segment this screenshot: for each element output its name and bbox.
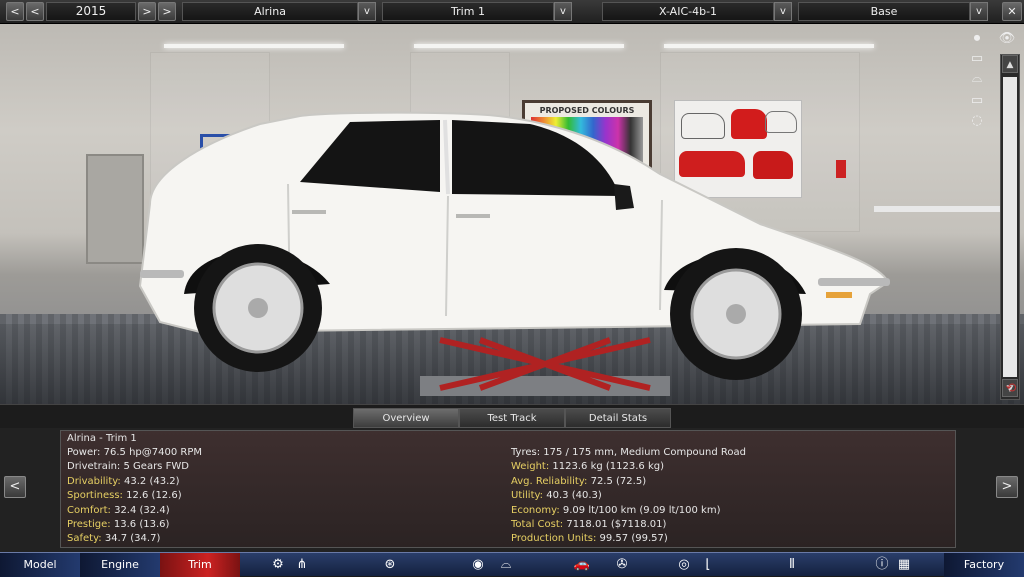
stat-safety: Safety: 34.7 (34.7) (67, 533, 161, 544)
year-next-button[interactable]: > (138, 2, 156, 21)
trim-select[interactable]: Trim 1 (382, 2, 554, 21)
scroll-up-button[interactable]: ▲ (1002, 55, 1018, 73)
stat-production-units: Production Units: 99.57 (99.57) (511, 533, 668, 544)
model-dropdown-button[interactable]: v (358, 2, 376, 21)
tab-overview[interactable]: Overview (353, 408, 459, 428)
stat-prestige: Prestige: 13.6 (13.6) (67, 519, 170, 530)
engine-dropdown-button[interactable]: v (774, 2, 792, 21)
stat-sportiness: Sportiness: 12.6 (12.6) (67, 490, 182, 501)
stats-title: Alrina - Trim 1 (67, 433, 137, 444)
variant-dropdown-button[interactable]: v (970, 2, 988, 21)
camera-record-icon[interactable]: ⏺ (964, 30, 990, 48)
bottom-nav: Model Engine Trim ⚙ ⋔ ⊛ ◉ ⌓ 🚗 ✇ ◎ ⌊ ⦀ ⓘ … (0, 552, 1024, 577)
exhaust-icon[interactable]: ⦀ (780, 553, 804, 577)
stats-next-button[interactable]: > (996, 476, 1018, 498)
stat-economy: Economy: 9.09 lt/100 km (9.09 lt/100 km) (511, 505, 721, 516)
fan-icon[interactable]: ✇ (610, 553, 634, 577)
close-button[interactable]: ✕ (1002, 2, 1022, 21)
tab-detail-stats[interactable]: Detail Stats (565, 408, 671, 428)
body-icon[interactable]: 🚗 (554, 553, 610, 577)
gear-shift-icon[interactable]: ⋔ (290, 553, 314, 577)
steering-wheel-icon[interactable]: ◎ (672, 553, 696, 577)
stat-utility: Utility: 40.3 (40.3) (511, 490, 602, 501)
stat-power: Power: 76.5 hp@7400 RPM (67, 447, 202, 458)
variant-select[interactable]: Base (798, 2, 970, 21)
info-icon[interactable]: ⓘ (872, 553, 892, 577)
car-front-icon[interactable]: ▭ (964, 50, 990, 68)
stat-drivetrain: Drivetrain: 5 Gears FWD (67, 461, 189, 472)
trim-dropdown-button[interactable]: v (554, 2, 572, 21)
top-bar: < < 2015 > > Alrina v Trim 1 v X-AIC-4b-… (0, 0, 1024, 24)
garage-viewport[interactable]: PROPOSED COLOURS ⏺ 👁 ▭ ⌓ ▭ ◌ ▲ ▼ ⟲ (0, 24, 1024, 404)
year-prev-button[interactable]: < (6, 2, 24, 21)
stat-total-cost: Total Cost: 7118.01 ($7118.01) (511, 519, 667, 530)
year-prev2-button[interactable]: < (26, 2, 44, 21)
chassis-icon[interactable]: ⌓ (488, 553, 524, 577)
stats-prev-button[interactable]: < (4, 476, 26, 498)
year-field: 2015 (46, 2, 136, 21)
stat-reliability: Avg. Reliability: 72.5 (72.5) (511, 476, 647, 487)
model-select[interactable]: Alrina (182, 2, 358, 21)
scroll-thumb[interactable] (1003, 77, 1017, 377)
stats-panel: Alrina - Trim 1 Power: 76.5 hp@7400 RPM … (60, 430, 956, 548)
car-top-icon[interactable]: ◌ (964, 112, 990, 130)
car-model[interactable] (0, 24, 1024, 404)
nav-factory[interactable]: Factory (944, 553, 1024, 577)
year-next2-button[interactable]: > (158, 2, 176, 21)
seat-icon[interactable]: ⌊ (696, 553, 720, 577)
nav-engine[interactable]: Engine (80, 553, 160, 577)
checkered-flag-icon[interactable]: ▦ (892, 553, 916, 577)
suspension-icon[interactable]: ◉ (466, 553, 490, 577)
nav-trim[interactable]: Trim (160, 553, 240, 577)
zoom-scrollbar[interactable]: ▲ ▼ (1000, 54, 1020, 400)
tab-test-track[interactable]: Test Track (459, 408, 565, 428)
gearbox-icon[interactable]: ⚙ (266, 553, 290, 577)
engine-select[interactable]: X-AIC-4b-1 (602, 2, 774, 21)
nav-model[interactable]: Model (0, 553, 80, 577)
info-tabs: Overview Test Track Detail Stats (0, 404, 1024, 428)
stat-weight: Weight: 1123.6 kg (1123.6 kg) (511, 461, 665, 472)
wheels-icon[interactable]: ⊛ (370, 553, 410, 577)
stat-tyres: Tyres: 175 / 175 mm, Medium Compound Roa… (511, 447, 746, 458)
eye-icon[interactable]: 👁 (994, 30, 1020, 48)
car-side-icon[interactable]: ⌓ (964, 70, 990, 88)
stat-drivability: Drivability: 43.2 (43.2) (67, 476, 180, 487)
reset-view-icon[interactable]: ⟲ (998, 380, 1024, 398)
car-rear-icon[interactable]: ▭ (964, 92, 990, 110)
stat-comfort: Comfort: 32.4 (32.4) (67, 505, 170, 516)
